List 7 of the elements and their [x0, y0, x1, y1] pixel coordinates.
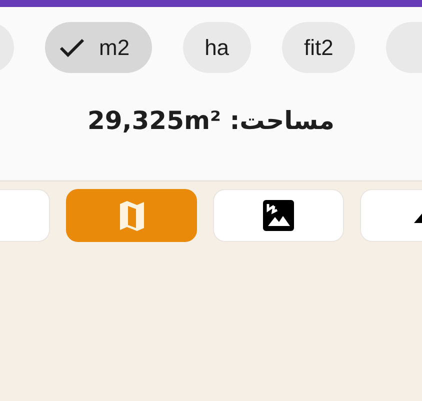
unit-chip[interactable]: ha [182, 22, 252, 73]
area-label: مساحت: 29,325m² [88, 106, 334, 135]
check-icon [59, 38, 85, 58]
unit-chip[interactable]: fit2 [282, 22, 356, 73]
unit-chip[interactable]: m2 [45, 22, 152, 73]
map-icon [118, 200, 144, 230]
image-icon [263, 200, 294, 231]
